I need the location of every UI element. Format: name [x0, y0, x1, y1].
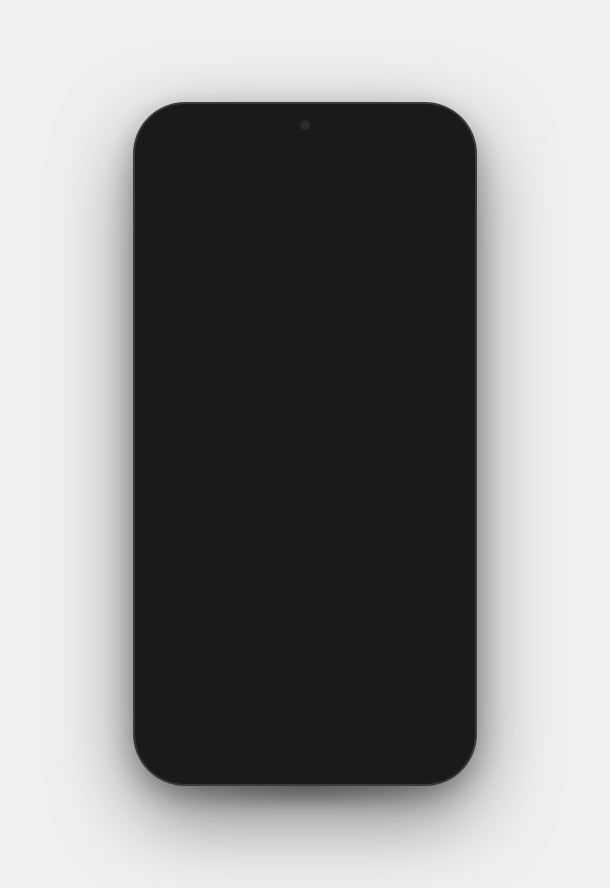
- redeem-label: Redeem: [287, 745, 323, 756]
- nominate-label: Nominate: [267, 320, 315, 327]
- leaderboard-icon: [365, 280, 393, 314]
- appreciation-recipient-name: Anthony Wood: [188, 578, 422, 597]
- kudos-icon: 🏅: [373, 399, 387, 412]
- perks-label: Perks: [166, 745, 191, 756]
- feed-card: John Oliver was appreciated by Steven Sm…: [163, 457, 447, 700]
- nav-work[interactable]: Work: [210, 713, 273, 760]
- bottom-navigation: Perks Work: [147, 704, 463, 772]
- account-icon: [358, 717, 378, 742]
- search-bar[interactable]: 🔍 Search for colleagues...: [163, 220, 447, 251]
- great-job-button[interactable]: 👍 Great Job: [163, 397, 251, 413]
- leaderboard-label: Leaderboard: [348, 320, 410, 327]
- feed-names: John Oliver was appreciated by Steven Sm…: [224, 470, 434, 504]
- thank-you-button[interactable]: 🎖️ Thank You!: [259, 397, 354, 413]
- feed-action: was appreciated by: [288, 471, 394, 485]
- feed-time: 1 day ago: [224, 506, 434, 517]
- appreciation-input-bar[interactable]: Start Appreciating here...: [163, 331, 447, 385]
- redeem-icon: [295, 717, 315, 742]
- action-nominate[interactable]: Nominate: [251, 269, 331, 317]
- feed-actor: John Oliver: [224, 471, 285, 485]
- nav-notifications[interactable]: Notifications: [400, 713, 463, 760]
- nav-account[interactable]: Account: [337, 713, 400, 760]
- notifications-label: Notifications: [403, 745, 460, 756]
- notifications-icon: [421, 717, 441, 742]
- kudos-button[interactable]: 🏅 Kudos!: [362, 397, 436, 413]
- screen-content: ✦✦✦ VANTAGECIRCLE 🎁 972 🔍 Search for col…: [147, 116, 463, 772]
- points-value: 972: [425, 177, 447, 192]
- avatar-face: [163, 166, 199, 202]
- phone-screen: ✦✦✦ VANTAGECIRCLE 🎁 972 🔍 Search for col…: [147, 116, 463, 772]
- nominate-icon: [277, 280, 305, 314]
- appreciation-placeholder[interactable]: Start Appreciating here...: [218, 351, 402, 366]
- feed-card-header: John Oliver was appreciated by Steven Sm…: [176, 470, 434, 517]
- appreciation-type-label: Great Job: [188, 561, 422, 576]
- app-logo: ✦✦✦ VANTAGECIRCLE: [226, 177, 375, 192]
- search-input[interactable]: Search for colleagues...: [201, 228, 337, 243]
- nav-perks[interactable]: Perks: [147, 713, 210, 760]
- appreciate-icon: [189, 280, 217, 314]
- work-icon: [232, 717, 252, 742]
- phone-wrapper: ✦✦✦ VANTAGECIRCLE 🎁 972 🔍 Search for col…: [135, 104, 475, 784]
- current-user-avatar: [176, 342, 208, 374]
- logo-text: VANTAGECIRCLE: [260, 177, 374, 192]
- gift-icon: 🎁: [401, 175, 421, 194]
- logo-stars-icon: ✦✦✦: [226, 177, 256, 191]
- account-label: Account: [350, 745, 387, 756]
- appreciate-label: Appreciate: [176, 320, 229, 327]
- medal-icon: 🎖️: [270, 399, 284, 412]
- feed-user-avatar: [176, 470, 214, 508]
- points-display[interactable]: 🎁 972: [401, 175, 447, 194]
- thank-you-label: Thank You!: [288, 399, 343, 411]
- action-appreciate[interactable]: Appreciate: [163, 269, 243, 317]
- phone-shadow: [169, 774, 441, 804]
- thumbs-visual: [188, 605, 422, 675]
- filter-icon[interactable]: [431, 427, 447, 447]
- app-header: ✦✦✦ VANTAGECIRCLE 🎁 972: [147, 116, 463, 212]
- appreciation-visual: Great Job Anthony Wood: [176, 549, 434, 687]
- kudos-label: Kudos!: [390, 399, 424, 411]
- work-label: Work: [230, 745, 253, 756]
- nav-redeem[interactable]: Redeem: [273, 713, 336, 760]
- thumbs-icon: 👍: [174, 399, 188, 412]
- badge-icon: [412, 345, 434, 372]
- tag-buttons-row: 👍 Great Job 🎖️ Thank You! 🏅 Kudos!: [147, 389, 463, 421]
- quick-actions-row: Appreciate Nominate: [147, 259, 463, 327]
- feed-meta: John Oliver was appreciated by Steven Sm…: [224, 470, 434, 517]
- user-avatar[interactable]: [163, 166, 199, 202]
- search-icon: 🔍: [177, 228, 193, 243]
- feed-title: Now Showing Global Feed: [163, 430, 302, 444]
- feed-header: Now Showing Global Feed: [147, 421, 463, 453]
- great-job-label: Great Job: [192, 399, 240, 411]
- perks-icon: [169, 717, 189, 742]
- action-leaderboard[interactable]: Leaderboard: [339, 269, 419, 317]
- feed-message: Thanks for all the hard work.: [176, 525, 434, 539]
